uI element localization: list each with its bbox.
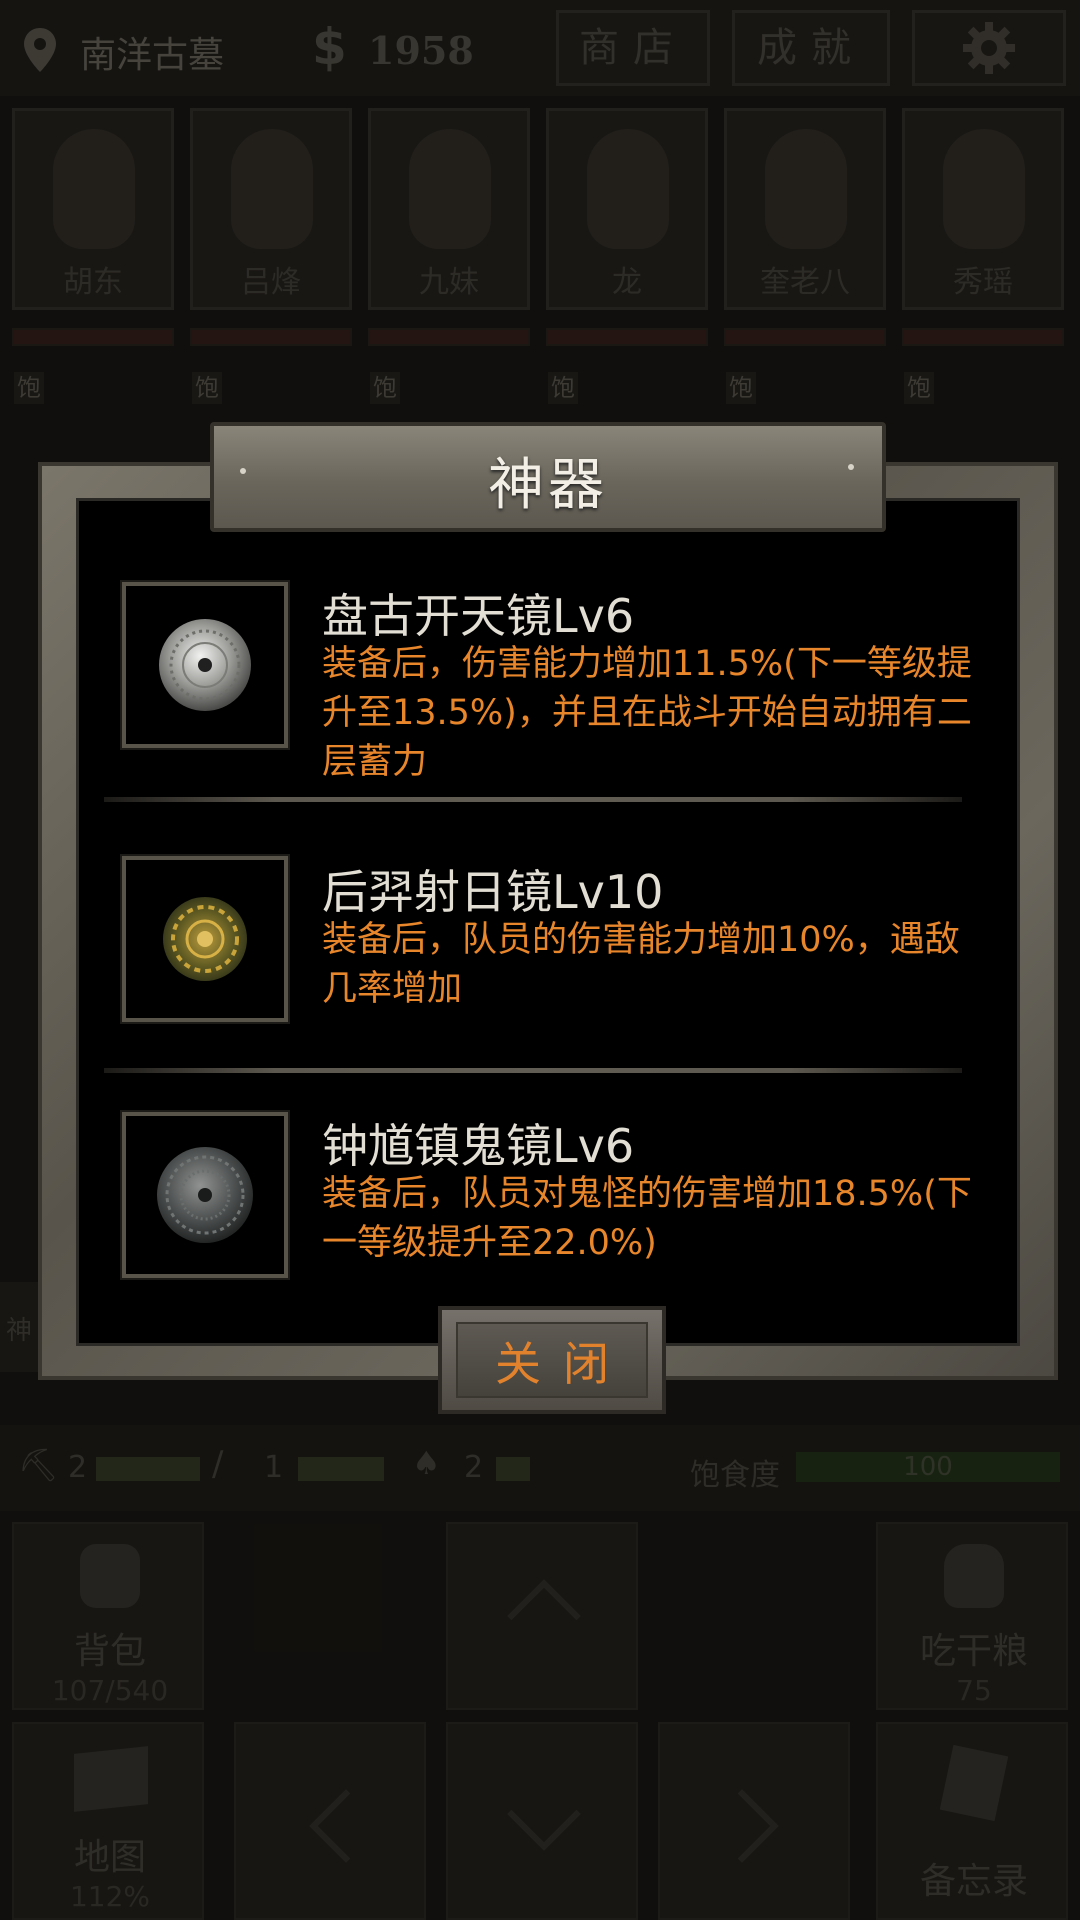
close-button[interactable]: 关闭 [438, 1306, 666, 1414]
artifact-slot[interactable] [120, 854, 290, 1024]
close-button-label: 关闭 [495, 1337, 631, 1391]
artifact-description: 装备后，伤害能力增加11.5%(下一等级提升至13.5%)，并且在战斗开始自动拥… [322, 644, 972, 782]
artifact-description: 装备后，队员对鬼怪的伤害增加18.5%(下一等级提升至22.0%) [322, 1174, 972, 1263]
item-divider [104, 797, 962, 802]
artifact-name: 钟馗镇鬼镜Lv6 [322, 1119, 635, 1173]
golden-mirror-icon [163, 897, 247, 981]
silver-mirror-icon [159, 619, 251, 711]
artifact-slot[interactable] [120, 580, 290, 750]
artifact-description: 装备后，队员的伤害能力增加10%，遇敌几率增加 [322, 920, 960, 1009]
dark-mirror-icon [157, 1147, 253, 1243]
item-divider [104, 1068, 962, 1073]
artifact-slot[interactable] [120, 1110, 290, 1280]
artifact-name: 后羿射日镜Lv10 [322, 865, 664, 919]
artifact-name: 盘古开天镜Lv6 [322, 589, 635, 643]
dialog-title: 神器 [488, 453, 608, 518]
